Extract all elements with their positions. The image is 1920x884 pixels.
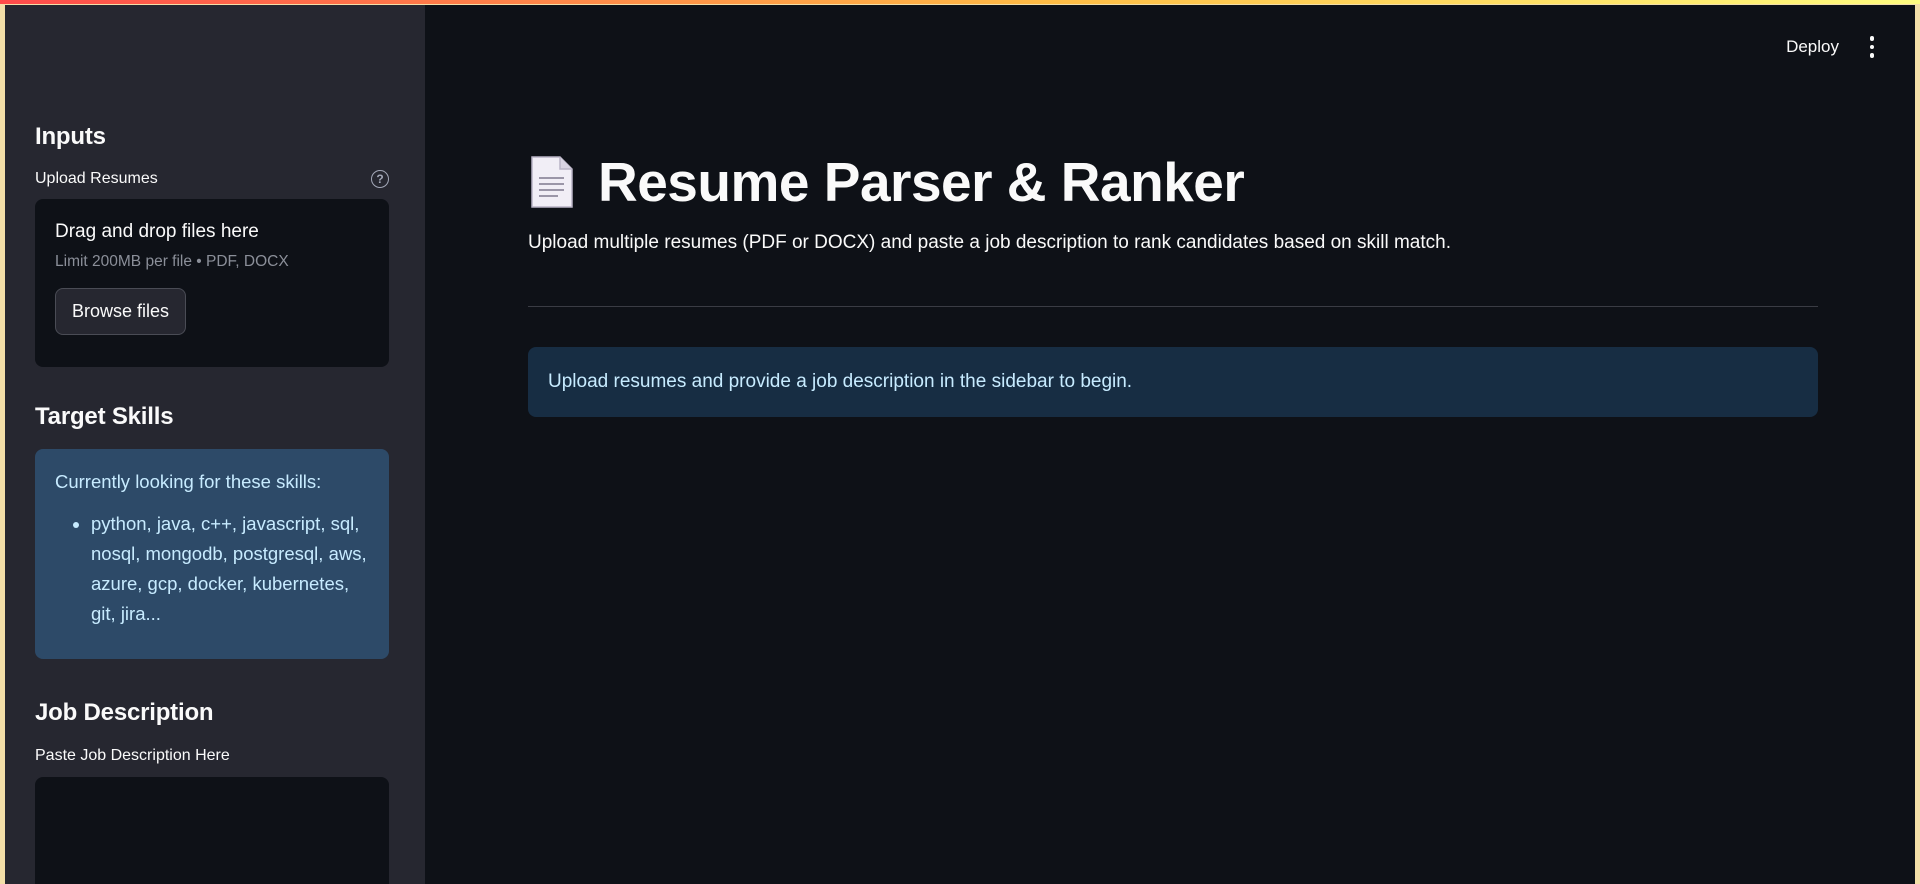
page-subtitle: Upload multiple resumes (PDF or DOCX) an… <box>528 232 1451 253</box>
main-content: Resume Parser & Ranker Upload multiple r… <box>528 150 1818 417</box>
info-message-text: Upload resumes and provide a job descrip… <box>548 371 1133 392</box>
job-description-label-row: Paste Job Description Here <box>35 747 389 765</box>
upload-resumes-label-row: Upload Resumes ? <box>35 170 389 188</box>
sidebar: Inputs Upload Resumes ? Drag and drop fi… <box>5 5 425 884</box>
document-icon <box>528 154 576 210</box>
deploy-button[interactable]: Deploy <box>1786 37 1839 57</box>
top-decoration-bar <box>0 0 1920 4</box>
inputs-heading: Inputs <box>35 123 106 150</box>
page-title: Resume Parser & Ranker <box>598 151 1245 213</box>
help-icon[interactable]: ? <box>371 170 389 188</box>
main-area: Deploy Resume Parser & Ranker Upload mul… <box>425 5 1915 884</box>
toolbar: Deploy <box>1786 36 1875 58</box>
divider <box>528 306 1818 307</box>
skills-list: python, java, c++, javascript, sql, nosq… <box>55 509 369 629</box>
skills-list-item: python, java, c++, javascript, sql, nosq… <box>91 509 369 629</box>
info-message-box: Upload resumes and provide a job descrip… <box>528 347 1818 417</box>
dropzone-limit-text: Limit 200MB per file • PDF, DOCX <box>55 253 289 270</box>
more-options-icon[interactable] <box>1869 36 1875 58</box>
target-skills-heading: Target Skills <box>35 403 174 430</box>
title-row: Resume Parser & Ranker <box>528 150 1818 214</box>
file-dropzone[interactable]: Drag and drop files here Limit 200MB per… <box>35 199 389 367</box>
job-description-heading: Job Description <box>35 699 214 726</box>
job-description-textarea[interactable] <box>35 777 389 884</box>
job-description-label: Paste Job Description Here <box>35 747 230 764</box>
skills-info-box: Currently looking for these skills: pyth… <box>35 449 389 659</box>
sidebar-content: Inputs Upload Resumes ? Drag and drop fi… <box>35 123 389 884</box>
app-window: Inputs Upload Resumes ? Drag and drop fi… <box>5 5 1915 884</box>
skills-intro-text: Currently looking for these skills: <box>55 471 322 492</box>
dropzone-title: Drag and drop files here <box>55 221 259 242</box>
browse-files-button[interactable]: Browse files <box>55 288 187 335</box>
upload-resumes-label: Upload Resumes <box>35 170 158 187</box>
